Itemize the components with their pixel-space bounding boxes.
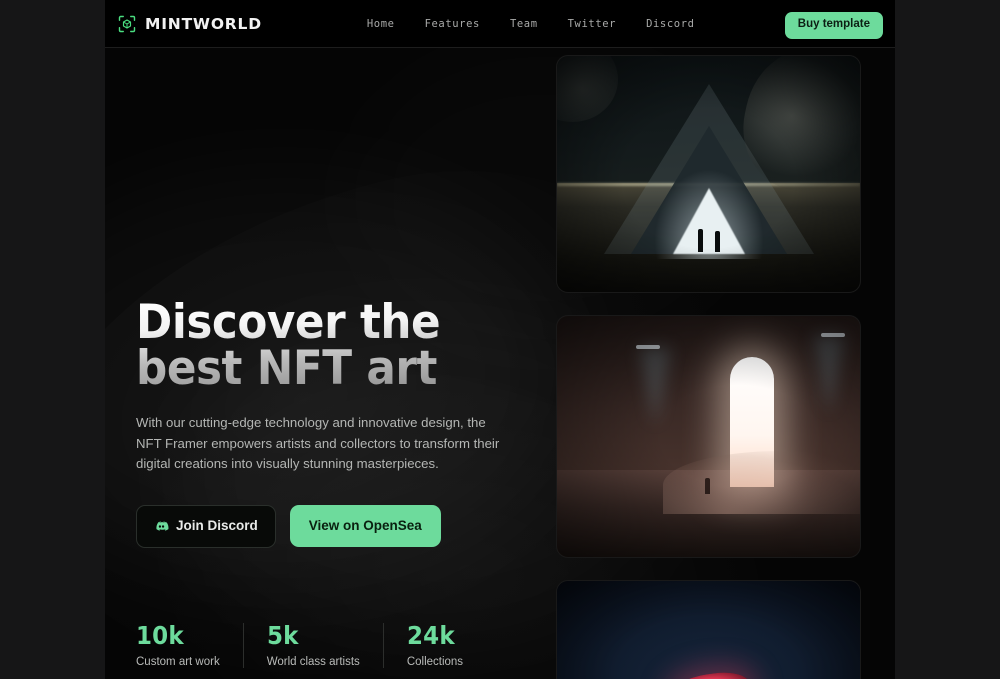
hero-description: With our cutting-edge technology and inn… <box>136 415 500 472</box>
join-discord-label: Join Discord <box>176 518 258 534</box>
cube-scan-icon <box>118 15 136 32</box>
discord-icon <box>156 521 169 531</box>
stat-label: Custom art work <box>136 656 220 668</box>
stat-value: 10k <box>136 621 184 650</box>
stats-bar: 10k Custom art work 5k World class artis… <box>136 623 486 668</box>
stat-label: World class artists <box>266 656 360 668</box>
gallery-card-archway[interactable] <box>556 315 861 558</box>
nav-link-discord[interactable]: Discord <box>646 18 694 30</box>
artwork-vignette <box>557 316 860 557</box>
artwork-triangle-portal <box>557 56 860 292</box>
gallery-card-creature[interactable] <box>556 580 861 679</box>
hero-cta-row: Join Discord View on OpenSea <box>136 504 556 548</box>
nav-link-home[interactable]: Home <box>367 18 395 30</box>
brand-name: MINTWORLD <box>145 14 262 33</box>
artwork-glowing-creature <box>557 581 860 679</box>
nav-link-features[interactable]: Features <box>425 18 480 30</box>
artwork-vignette <box>557 581 860 679</box>
landing-page: MINTWORLD Home Features Team Twitter Dis… <box>105 0 895 679</box>
nav-link-twitter[interactable]: Twitter <box>568 18 616 30</box>
brand-logo[interactable]: MINTWORLD <box>117 14 262 34</box>
view-opensea-label: View on OpenSea <box>308 518 422 534</box>
stat-item: 5k World class artists <box>242 621 383 668</box>
buy-template-button[interactable]: Buy template <box>784 12 883 39</box>
stat-label: Collections <box>406 656 464 668</box>
navbar: MINTWORLD Home Features Team Twitter Dis… <box>105 0 895 48</box>
artwork-vignette <box>557 56 860 292</box>
view-opensea-button[interactable]: View on OpenSea <box>289 505 441 547</box>
stat-item: 24k Collections <box>382 621 486 668</box>
gallery-card-portal[interactable] <box>556 55 861 293</box>
hero-gallery <box>556 55 866 679</box>
hero-content: Discover the best NFT art With our cutti… <box>136 299 556 548</box>
nav-link-team[interactable]: Team <box>510 18 538 30</box>
nav-links: Home Features Team Twitter Discord <box>367 18 695 30</box>
stat-item: 10k Custom art work <box>136 623 243 668</box>
join-discord-button[interactable]: Join Discord <box>136 504 276 548</box>
stat-value: 24k <box>406 621 455 650</box>
stat-value: 5k <box>266 621 299 650</box>
artwork-arch-doorway <box>557 316 860 557</box>
page-title: Discover the best NFT art <box>136 299 527 392</box>
